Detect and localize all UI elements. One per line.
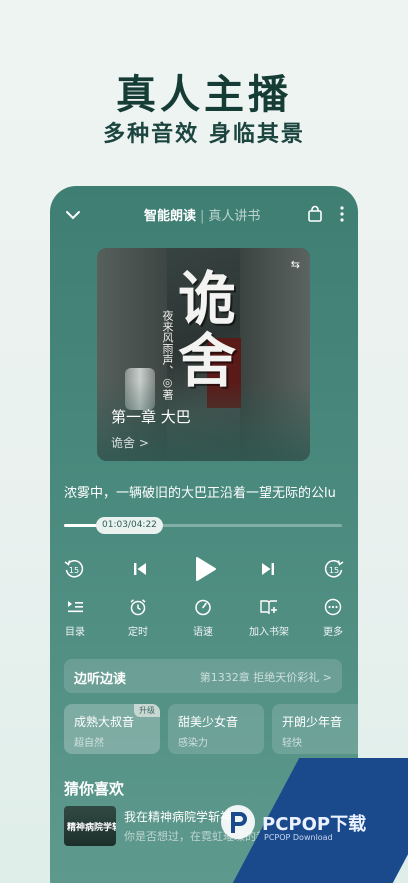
voice-selector: 成熟大叔音 超自然 升级 甜美少女音 感染力 开朗少年音 轻快: [64, 704, 358, 756]
action-row: 目录 定时 语速 加入书架 更多: [50, 598, 358, 638]
listen-and-read-label: 边听边读: [74, 672, 127, 687]
recommend-thumbnail[interactable]: 精神病院学斩神: [64, 806, 116, 846]
more-circle-icon: [324, 598, 342, 616]
tab-separator: |: [200, 209, 205, 224]
cover-title-art: 诡舍: [177, 265, 236, 395]
book-link[interactable]: 诡舍 >: [111, 434, 149, 451]
current-line-text: 浓雾中，一辆破旧的大巴正沿着一望无际的公lu: [64, 486, 336, 501]
action-more[interactable]: 更多: [308, 598, 358, 639]
cover-author: 夜来风雨声、◎著: [161, 310, 174, 400]
action-label: 定时: [128, 627, 148, 638]
voice-name: 甜美少女音: [178, 715, 239, 729]
action-label: 加入书架: [249, 627, 289, 638]
play-button[interactable]: [190, 552, 220, 586]
book-cover: 诡舍 夜来风雨声、◎著 ⇆ 第一章 大巴 诡舍 >: [97, 248, 310, 461]
watermark: PCPOP下载 PCPOP Download: [218, 800, 408, 870]
rewind-15-icon: 15: [64, 560, 84, 578]
forward-15-button[interactable]: 15: [322, 552, 346, 586]
pcpop-logo-icon: [221, 805, 255, 839]
shopping-bag-icon[interactable]: [306, 205, 324, 223]
action-catalog[interactable]: 目录: [50, 598, 100, 639]
recommend-title[interactable]: 我在精神病院学斩神: [124, 808, 232, 825]
action-label: 目录: [65, 627, 85, 638]
subhead: 多种音效 身临其景: [103, 122, 305, 147]
headline: 真人主播: [116, 72, 292, 118]
more-vertical-icon[interactable]: [336, 205, 348, 223]
player-topbar: 智能朗读 | 真人讲书: [50, 204, 358, 228]
action-label: 语速: [193, 627, 213, 638]
play-icon: [196, 557, 216, 581]
skip-next-icon: [262, 563, 274, 575]
playlist-icon: [68, 601, 83, 613]
action-timer[interactable]: 定时: [113, 598, 163, 639]
rewind-15-label: 15: [69, 566, 79, 575]
forward-15-icon: 15: [324, 560, 344, 578]
forward-15-label: 15: [329, 566, 339, 575]
playback-controls: 15 15: [50, 552, 358, 586]
upgrade-badge: 升级: [134, 704, 160, 717]
action-label: 更多: [323, 627, 343, 638]
recommend-thumb-text: 精神病院学斩神: [67, 823, 116, 833]
action-add-bookshelf[interactable]: 加入书架: [244, 598, 294, 639]
voice-option[interactable]: 甜美少女音 感染力: [168, 704, 264, 754]
voice-name: 成熟大叔音: [74, 715, 135, 729]
bookshelf-add-icon: [260, 600, 277, 615]
chapter-title: 第一章 大巴: [111, 408, 191, 426]
voice-desc: 轻快: [282, 738, 302, 749]
tab-smart-read[interactable]: 智能朗读: [144, 209, 196, 224]
rewind-15-button[interactable]: 15: [62, 552, 86, 586]
skip-previous-icon: [134, 563, 146, 575]
tab-bar: 智能朗读 | 真人讲书: [144, 205, 260, 224]
voice-desc: 感染力: [178, 738, 208, 749]
alarm-icon: [130, 599, 146, 616]
recommend-heading: 猜你喜欢: [64, 780, 125, 798]
next-chapter-button[interactable]: [256, 552, 280, 586]
cover-corner-icon[interactable]: ⇆: [291, 258, 300, 271]
voice-option[interactable]: 开朗少年音 轻快: [272, 704, 358, 754]
action-speed[interactable]: 语速: [178, 598, 228, 639]
tab-real-narrator[interactable]: 真人讲书: [208, 209, 260, 224]
progress-time[interactable]: 01:03/04:22: [96, 517, 163, 534]
listen-and-read-bar[interactable]: 边听边读 第1332章 拒绝天价彩礼 >: [64, 659, 342, 693]
voice-desc: 超自然: [74, 738, 104, 749]
voice-option[interactable]: 成熟大叔音 超自然 升级: [64, 704, 160, 754]
listen-and-read-chapter: 第1332章 拒绝天价彩礼 >: [199, 671, 332, 684]
voice-name: 开朗少年音: [282, 715, 343, 729]
previous-chapter-button[interactable]: [128, 552, 152, 586]
chevron-down-icon[interactable]: [64, 206, 82, 224]
watermark-subtitle: PCPOP Download: [264, 833, 333, 842]
speed-icon: [195, 599, 211, 616]
